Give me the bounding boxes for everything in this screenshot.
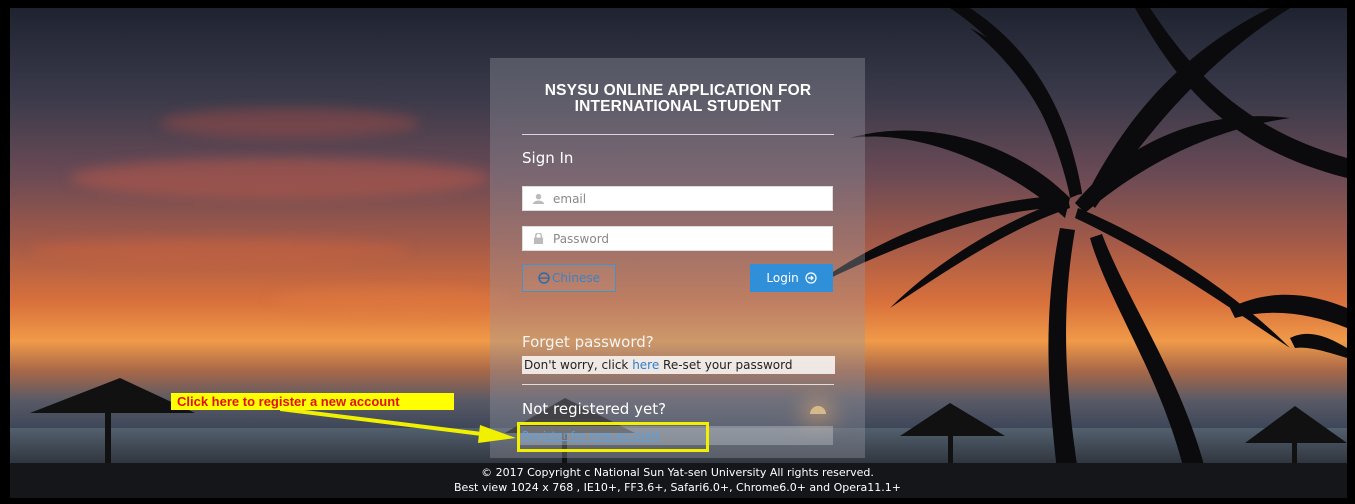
register-callout-label: Click here to register a new account: [171, 393, 454, 410]
section-divider: [522, 384, 834, 385]
forget-hint-text-start: Don't worry, click: [524, 358, 633, 372]
footer-best-view: Best view 1024 x 768 , IE10+, FF3.6+, Sa…: [454, 481, 901, 494]
lock-icon: [533, 233, 544, 244]
login-button[interactable]: Login: [750, 264, 833, 292]
sign-in-heading: Sign In: [522, 149, 574, 167]
screenshot-frame: NSYSU ONLINE APPLICATION FOR INTERNATION…: [0, 0, 1355, 504]
title-line-1: NSYSU ONLINE APPLICATION FOR: [544, 82, 812, 99]
forget-password-hint: Don't worry, click here Re-set your pass…: [522, 356, 835, 374]
arrow-circle-right-icon: [804, 272, 817, 284]
register-link-highlight-box: [517, 422, 709, 452]
email-input[interactable]: [553, 187, 823, 210]
chinese-language-button[interactable]: Chinese: [522, 264, 616, 292]
forget-hint-text-end: Re-set your password: [659, 358, 793, 372]
not-registered-heading: Not registered yet?: [522, 400, 667, 418]
globe-icon: [538, 272, 550, 284]
email-field[interactable]: [522, 186, 833, 211]
login-panel: NSYSU ONLINE APPLICATION FOR INTERNATION…: [490, 58, 865, 458]
title-divider: [522, 134, 834, 135]
user-icon: [533, 193, 544, 204]
reset-password-link[interactable]: here: [632, 358, 659, 372]
chinese-button-label: Chinese: [552, 271, 600, 285]
callout-arrow: [280, 407, 516, 443]
title-line-2: INTERNATIONAL STUDENT: [574, 98, 782, 115]
password-input[interactable]: [553, 227, 823, 250]
page-title: NSYSU ONLINE APPLICATION FOR INTERNATION…: [512, 83, 844, 115]
login-button-label: Login: [766, 271, 799, 285]
forget-password-heading: Forget password?: [522, 333, 654, 351]
password-field[interactable]: [522, 226, 833, 251]
footer-copyright: © 2017 Copyright c National Sun Yat-sen …: [481, 466, 874, 479]
